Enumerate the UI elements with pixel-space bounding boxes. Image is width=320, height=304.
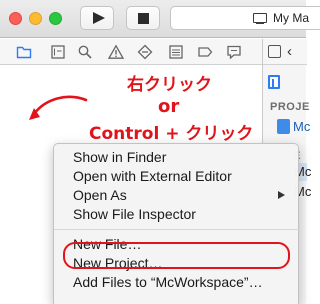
project-icon [277,119,290,134]
mac-icon [253,13,267,24]
back-chevron-icon[interactable]: ‹ [287,44,292,59]
menu-item-label: Open As [73,187,127,203]
menu-item-label: Open with External Editor [73,168,232,184]
project-section-header: PROJE [270,101,310,113]
scheme-label: My Ma [273,11,309,25]
menu-item-open-external-editor[interactable]: Open with External Editor [54,167,300,186]
menu-item-label: Show in Finder [73,149,167,165]
navigator-selector-bar [0,39,262,65]
project-name[interactable]: Mc [293,119,310,134]
menu-item-label: Show File Inspector [73,206,196,222]
menu-item-show-in-finder[interactable]: Show in Finder [54,148,300,167]
inspector-toolbar: ‹ [263,39,307,65]
menu-item-open-as[interactable]: Open As [54,186,300,205]
stop-icon [138,13,149,24]
play-icon [93,12,105,24]
warning-icon[interactable] [108,44,124,60]
annotation-or: or [158,96,180,117]
highlight-ring [63,242,290,269]
zoom-window-button[interactable] [49,12,62,25]
sidebar-icon[interactable] [268,45,281,58]
annotation-arrow-icon [29,95,88,120]
menu-item-add-files[interactable]: Add Files to “McWorkspace”… [54,273,300,292]
stop-button[interactable] [126,6,160,30]
menu-separator [54,229,300,230]
run-button[interactable] [80,6,114,30]
search-icon[interactable] [77,44,93,60]
folder-icon[interactable] [16,44,32,60]
breakpoint-icon[interactable] [197,44,213,60]
close-window-button[interactable] [9,12,22,25]
menu-item-label: Add Files to “McWorkspace”… [73,274,263,290]
context-menu: Show in Finder Open with External Editor… [53,143,300,304]
annotation-control-click: Control + クリック [89,124,254,144]
file-inspector-icon[interactable] [268,75,280,89]
test-diamond-icon[interactable] [137,44,153,60]
menu-item-show-file-inspector[interactable]: Show File Inspector [54,205,300,224]
annotation-right-click: 右クリック [127,75,212,95]
submenu-arrow-icon [278,191,285,199]
debug-list-icon[interactable] [168,44,184,60]
minimize-window-button[interactable] [29,12,42,25]
scheme-selector[interactable]: My Ma [170,6,320,30]
report-icon[interactable] [226,44,242,60]
window-toolbar: My Ma [0,0,320,38]
source-control-icon[interactable] [50,44,66,60]
